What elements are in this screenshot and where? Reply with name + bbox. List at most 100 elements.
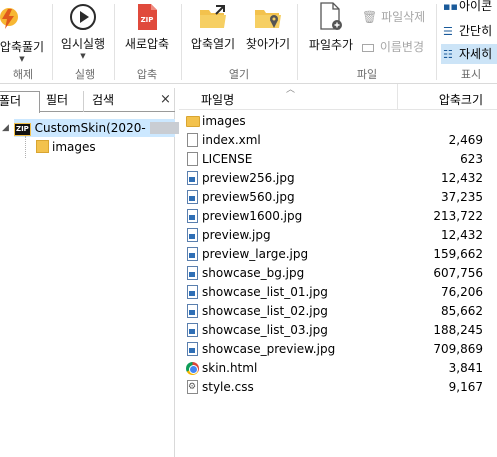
ribbon-separator [297, 4, 298, 80]
svg-text:ZIP: ZIP [141, 16, 154, 24]
document-icon [187, 133, 198, 147]
file-icon-cell [186, 285, 200, 300]
tab-filter[interactable]: 필터 [40, 91, 84, 112]
folder-open-icon [200, 5, 226, 28]
file-row[interactable]: LICENSE 623 [179, 150, 497, 169]
column-header-name[interactable]: 파일명 [201, 91, 234, 108]
rename-button[interactable]: 이름변경 [362, 38, 424, 55]
view-details-label: 자세히 [459, 47, 493, 61]
group-label-view: 표시 [460, 68, 482, 81]
delete-file-button[interactable]: 🗑 파일삭제 [362, 8, 425, 25]
group-label-archive: 압축 [136, 68, 158, 81]
file-name: style.css [202, 380, 254, 394]
find-location-button[interactable]: 찾아가기 [243, 0, 293, 52]
tree-item-archive[interactable]: ZIP CustomSkin(2020- [14, 119, 194, 137]
group-label-run: 실행 [74, 68, 96, 81]
tree-item-images-label: images [52, 140, 96, 154]
view-icons-button[interactable]: ▪▪아이콘 [441, 0, 497, 16]
image-file-icon [187, 171, 198, 185]
file-name: showcase_list_02.jpg [202, 304, 328, 318]
group-label-file: 파일 [356, 68, 378, 81]
tree-item-archive-label: CustomSkin(2020- [34, 121, 146, 135]
delete-file-label: 파일삭제 [381, 10, 426, 24]
file-name: LICENSE [202, 152, 253, 166]
file-icon-cell [186, 190, 200, 205]
column-divider[interactable] [397, 84, 398, 110]
view-icons-label: 아이콘 [459, 0, 493, 13]
image-file-icon [187, 304, 198, 318]
file-name: preview1600.jpg [202, 209, 303, 223]
ribbon-toolbar: 압축풀기 ▼ 임시실행 ▼ ZIP 새로압축 압축열기 찾아가기 파일추가 🗑 … [0, 0, 497, 84]
file-row[interactable]: showcase_list_02.jpg 85,662 [179, 302, 497, 321]
image-file-icon [187, 342, 198, 356]
file-icon-cell [186, 361, 200, 376]
file-size: 9,167 [448, 380, 483, 394]
file-name: showcase_bg.jpg [202, 266, 305, 280]
ribbon-separator [114, 4, 115, 80]
file-size: 85,662 [441, 304, 483, 318]
temp-run-label: 임시실행 [60, 37, 106, 51]
trash-icon: 🗑 [362, 10, 378, 24]
tree-connector [25, 136, 26, 158]
new-archive-label: 새로압축 [124, 37, 170, 51]
tree-collapse-icon[interactable]: ◢ [2, 119, 10, 137]
folder-icon [186, 116, 200, 127]
image-file-icon [187, 266, 198, 280]
file-icon-cell [186, 304, 200, 319]
file-row[interactable]: images [179, 112, 497, 131]
file-row[interactable]: showcase_list_03.jpg 188,245 [179, 321, 497, 340]
file-row[interactable]: preview256.jpg 12,432 [179, 169, 497, 188]
new-archive-button[interactable]: ZIP 새로압축 [119, 0, 175, 52]
add-file-button[interactable]: 파일추가 [302, 0, 360, 53]
view-details-button[interactable]: ☷ 자세히 [441, 44, 497, 64]
file-name: preview560.jpg [202, 190, 295, 204]
sort-ascending-icon: ︿ [286, 85, 296, 95]
ribbon-separator [52, 4, 53, 80]
extract-icon [0, 8, 18, 29]
temp-run-dropdown-icon[interactable]: ▼ [56, 53, 110, 60]
file-name: images [202, 114, 246, 128]
file-icon-cell [186, 247, 200, 262]
css-file-icon [187, 380, 198, 394]
file-name: skin.html [202, 361, 258, 375]
open-archive-button[interactable]: 압축열기 [184, 0, 242, 52]
file-row[interactable]: preview560.jpg 37,235 [179, 188, 497, 207]
file-size: 76,206 [441, 285, 483, 299]
list-icon: ☰ [443, 25, 453, 38]
ribbon-separator [436, 4, 437, 80]
file-size: 2,469 [448, 133, 483, 147]
file-icon-cell [186, 228, 200, 243]
tree-item-images[interactable]: images [36, 138, 96, 156]
file-row[interactable]: index.xml 2,469 [179, 131, 497, 150]
file-name: preview_large.jpg [202, 247, 309, 261]
file-size: 3,841 [448, 361, 483, 375]
file-size: 188,245 [433, 323, 483, 337]
rename-label: 이름변경 [379, 40, 424, 54]
extract-dropdown-icon[interactable]: ▼ [0, 56, 48, 63]
file-size: 12,432 [441, 228, 483, 242]
folder-location-icon [255, 10, 281, 28]
close-panel-icon[interactable]: × [160, 92, 171, 107]
file-row[interactable]: skin.html 3,841 [179, 359, 497, 378]
folder-panel: 폴더 필터 검색 × ◢ ZIP CustomSkin(2020- images [0, 88, 194, 457]
file-name: index.xml [202, 133, 261, 147]
file-row[interactable]: preview_large.jpg 159,662 [179, 245, 497, 264]
extract-button[interactable]: 압축풀기 ▼ [0, 0, 48, 63]
file-row[interactable]: preview.jpg 12,432 [179, 226, 497, 245]
tab-search[interactable]: 검색 [86, 91, 130, 112]
find-location-label: 찾아가기 [245, 37, 291, 51]
column-header-size[interactable]: 압축크기 [439, 91, 483, 108]
zip-file-icon: ZIP [138, 4, 157, 30]
view-simple-button[interactable]: ☰ 간단히 [441, 21, 497, 41]
file-icon-cell [186, 323, 200, 338]
file-row[interactable]: showcase_preview.jpg 709,869 [179, 340, 497, 359]
file-row[interactable]: showcase_bg.jpg 607,756 [179, 264, 497, 283]
file-row[interactable]: showcase_list_01.jpg 76,206 [179, 283, 497, 302]
temp-run-button[interactable]: 임시실행 ▼ [56, 0, 110, 60]
file-name: preview256.jpg [202, 171, 295, 185]
file-row[interactable]: preview1600.jpg 213,722 [179, 207, 497, 226]
tab-folder[interactable]: 폴더 [0, 91, 40, 113]
file-row[interactable]: style.css 9,167 [179, 378, 497, 397]
file-name: showcase_list_03.jpg [202, 323, 328, 337]
document-icon [187, 152, 198, 166]
